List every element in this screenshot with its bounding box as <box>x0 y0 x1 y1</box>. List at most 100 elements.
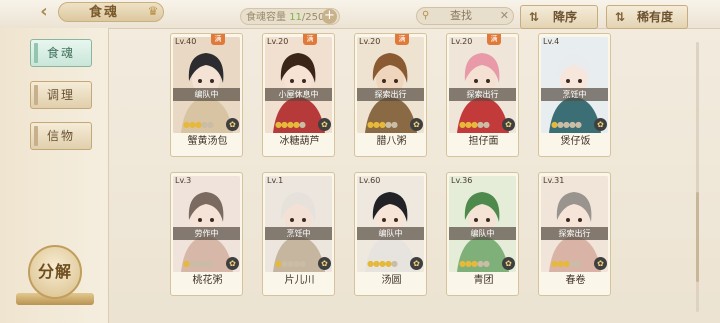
status-badge: 小屋休息中 <box>265 88 332 101</box>
scroll-thumb[interactable] <box>696 192 699 282</box>
search-input[interactable]: ⚲ 查找 ✕ <box>416 7 514 25</box>
status-badge: 编队中 <box>357 227 424 240</box>
star-icon: ● <box>482 259 490 268</box>
element-icon: ✿ <box>502 257 515 270</box>
star-rating: ●●●●● <box>367 259 398 268</box>
star-rating: ●●●●● <box>459 120 490 129</box>
element-icon: ✿ <box>226 257 239 270</box>
max-level-badge: 满 <box>487 34 501 45</box>
crown-icon: ♛ <box>147 4 159 18</box>
capacity-label: 食魂容量 <box>246 12 286 23</box>
star-icon: ● <box>206 259 214 268</box>
status-badge: 劳作中 <box>173 227 240 240</box>
level-label: Lv.20 <box>359 37 381 46</box>
element-icon: ✿ <box>226 118 239 131</box>
food-soul-card[interactable]: Lv.20 满小屋休息中 ●●●●● ✿ 冰糖葫芦 <box>262 33 335 157</box>
status-badge: 探索出行 <box>449 88 516 101</box>
star-icon: ● <box>482 120 490 129</box>
top-bar: ‹ 食魂 ♛ 食魂容量 11/250 + ⚲ 查找 ✕ ⇅ 降序 ⇅ 稀有度 <box>0 0 720 29</box>
character-name: 蟹黄汤包 <box>187 136 228 147</box>
character-name: 春卷 <box>565 275 586 286</box>
level-label: Lv.40 <box>175 37 197 46</box>
star-rating: ●●●●● <box>367 120 398 129</box>
tab-recipe[interactable]: 调理 <box>30 81 92 109</box>
status-badge: 探索出行 <box>357 88 424 101</box>
element-icon: ✿ <box>410 257 423 270</box>
character-name: 青团 <box>473 275 494 286</box>
capacity-max: /250 <box>301 12 325 23</box>
max-level-badge: 满 <box>303 34 317 45</box>
tab-food-soul[interactable]: 食魂 <box>30 39 92 67</box>
star-icon: ● <box>390 259 398 268</box>
element-icon: ✿ <box>594 257 607 270</box>
star-rating: ●●●●● <box>551 120 582 129</box>
star-icon: ● <box>298 120 306 129</box>
food-soul-card[interactable]: Lv.60 编队中 ●●●●● ✿ 汤圆 <box>354 172 427 296</box>
character-name: 片儿川 <box>284 275 315 286</box>
element-icon: ✿ <box>502 118 515 131</box>
sort-arrow-icon: ⇅ <box>529 10 540 24</box>
max-level-badge: 满 <box>395 34 409 45</box>
food-soul-card[interactable]: Lv.36 编队中 ●●●●● ✿ 青团 <box>446 172 519 296</box>
level-label: Lv.31 <box>543 176 565 185</box>
level-label: Lv.20 <box>267 37 289 46</box>
star-icon: ● <box>390 120 398 129</box>
level-label: Lv.4 <box>543 37 560 46</box>
star-rating: ●●●●● <box>275 120 306 129</box>
tab-label: 信物 <box>46 129 75 143</box>
element-icon: ✿ <box>594 118 607 131</box>
star-rating: ●●●●● <box>183 120 214 129</box>
tab-decoration <box>34 126 38 146</box>
star-rating: ●●●●● <box>183 259 214 268</box>
level-label: Lv.1 <box>267 176 284 185</box>
tab-label: 调理 <box>46 88 75 102</box>
tab-decoration <box>34 43 38 63</box>
level-label: Lv.36 <box>451 176 473 185</box>
star-icon: ● <box>298 259 306 268</box>
character-name: 担仔面 <box>468 136 499 147</box>
star-rating: ●●●●● <box>275 259 306 268</box>
food-soul-card[interactable]: Lv.40 满编队中 ●●●●● ✿ 蟹黄汤包 <box>170 33 243 157</box>
search-label: 查找 <box>450 9 472 22</box>
scrollbar[interactable] <box>696 42 699 312</box>
tab-token[interactable]: 信物 <box>30 122 92 150</box>
element-icon: ✿ <box>410 118 423 131</box>
rarity-filter-button[interactable]: ⇅ 稀有度 <box>606 5 688 29</box>
star-icon: ● <box>574 120 582 129</box>
character-name: 煲仔饭 <box>560 136 591 147</box>
tab-decoration <box>34 85 38 105</box>
add-capacity-button[interactable]: + <box>322 9 337 24</box>
status-badge: 编队中 <box>449 227 516 240</box>
star-icon: ● <box>206 120 214 129</box>
element-icon: ✿ <box>318 118 331 131</box>
character-name: 汤圆 <box>381 275 402 286</box>
food-soul-card[interactable]: Lv.20 满探索出行 ●●●●● ✿ 担仔面 <box>446 33 519 157</box>
close-icon[interactable]: ✕ <box>500 9 509 23</box>
status-badge: 编队中 <box>173 88 240 101</box>
sort-label: 降序 <box>553 10 578 24</box>
sort-order-button[interactable]: ⇅ 降序 <box>520 5 598 29</box>
decompose-button[interactable]: 分解 <box>28 245 82 299</box>
card-grid: Lv.40 满编队中 ●●●●● ✿ 蟹黄汤包 Lv.20 满小屋休息中 ●●●●● ✿ 冰糖葫芦… <box>160 30 690 323</box>
level-label: Lv.20 <box>451 37 473 46</box>
food-soul-card[interactable]: Lv.1 烹饪中 ●●●●● ✿ 片儿川 <box>262 172 335 296</box>
level-label: Lv.3 <box>175 176 192 185</box>
character-name: 腊八粥 <box>376 136 407 147</box>
sort-arrow-icon: ⇅ <box>615 10 626 24</box>
rarity-label: 稀有度 <box>637 10 674 24</box>
food-soul-card[interactable]: Lv.31 探索出行 ●●●●● ✿ 春卷 <box>538 172 611 296</box>
capacity-current: 11 <box>289 12 302 23</box>
max-level-badge: 满 <box>211 34 225 45</box>
food-soul-screen: ‹ 食魂 ♛ 食魂容量 11/250 + ⚲ 查找 ✕ ⇅ 降序 ⇅ 稀有度 食… <box>0 0 720 323</box>
status-badge: 烹饪中 <box>265 227 332 240</box>
back-arrow-icon[interactable]: ‹ <box>32 2 56 22</box>
food-soul-card[interactable]: Lv.20 满探索出行 ●●●●● ✿ 腊八粥 <box>354 33 427 157</box>
status-badge: 烹饪中 <box>541 88 608 101</box>
tab-label: 食魂 <box>46 46 75 60</box>
level-label: Lv.60 <box>359 176 381 185</box>
food-soul-card[interactable]: Lv.4 烹饪中 ●●●●● ✿ 煲仔饭 <box>538 33 611 157</box>
star-rating: ●●●●● <box>459 259 490 268</box>
food-soul-card[interactable]: Lv.3 劳作中 ●●●●● ✿ 桃花粥 <box>170 172 243 296</box>
star-rating: ●●●●● <box>551 259 582 268</box>
character-name: 桃花粥 <box>192 275 223 286</box>
